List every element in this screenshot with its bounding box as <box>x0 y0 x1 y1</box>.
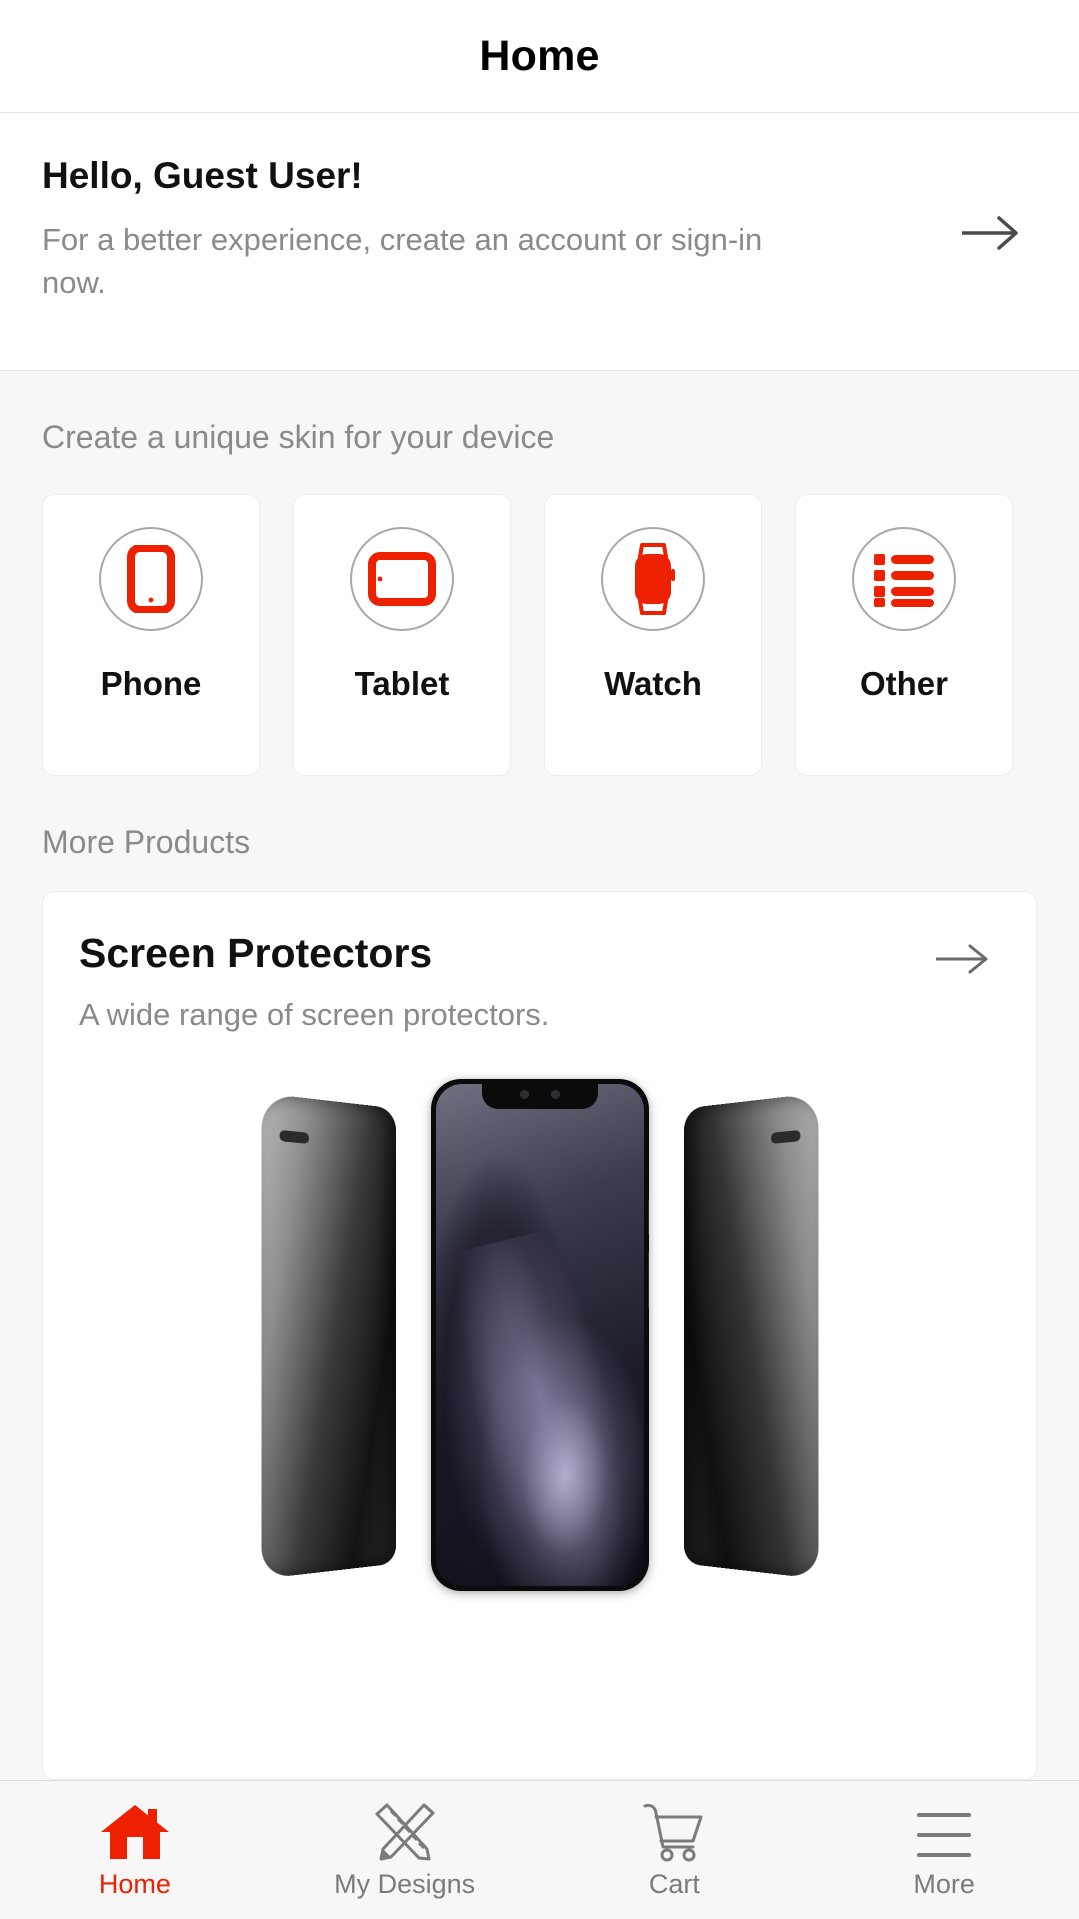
app-header: Home <box>0 0 1079 113</box>
app-root: Home Hello, Guest User! For a better exp… <box>0 0 1079 1919</box>
arrow-right-icon <box>962 216 1018 250</box>
device-card-label: Other <box>859 665 948 702</box>
cart-icon-wrap <box>639 1801 709 1863</box>
greeting-subtitle: For a better experience, create an accou… <box>42 222 763 300</box>
nav-item-home[interactable]: Home <box>0 1781 270 1919</box>
tablet-icon <box>368 552 436 606</box>
device-section-label: Create a unique skin for your device <box>42 419 555 455</box>
menu-icon-wrap <box>909 1801 979 1863</box>
phone-notch <box>481 1079 598 1109</box>
phone-icon <box>127 545 175 613</box>
watch-icon-circle <box>601 527 705 631</box>
design-icon <box>375 1803 435 1860</box>
device-card-other[interactable]: Other <box>795 494 1013 776</box>
arrow-right-icon <box>936 944 988 974</box>
design-icon-wrap <box>369 1801 441 1863</box>
product-card-header: Screen Protectors A wide range of screen… <box>79 930 1000 1033</box>
device-card-phone[interactable]: Phone <box>42 494 260 776</box>
home-icon-wrap <box>98 1801 172 1863</box>
more-products-label: More Products <box>42 824 251 860</box>
product-image <box>79 1073 1000 1779</box>
page-title: Home <box>479 31 600 80</box>
cart-icon <box>643 1803 703 1861</box>
phone-center <box>430 1079 649 1591</box>
device-card-tablet[interactable]: Tablet <box>293 494 511 776</box>
nav-label: Cart <box>648 1868 700 1899</box>
phone-side-button-top <box>647 1199 649 1235</box>
phones-illustration <box>260 1079 820 1599</box>
product-title: Screen Protectors <box>79 930 433 976</box>
device-card-label: Phone <box>100 665 202 702</box>
nav-label: Home <box>98 1868 171 1899</box>
nav-item-my-designs[interactable]: My Designs <box>270 1781 540 1919</box>
phone-right <box>683 1092 818 1580</box>
device-carousel[interactable]: Phone Tablet Watch Other <box>0 456 1079 776</box>
nav-label: My Designs <box>334 1868 476 1899</box>
bottom-navigation: Home My Designs Cart More <box>0 1780 1079 1919</box>
device-card-label: Watch <box>604 665 702 702</box>
guest-greeting-card[interactable]: Hello, Guest User! For a better experien… <box>0 113 1079 371</box>
device-card-label: Tablet <box>354 665 450 702</box>
product-arrow-button[interactable] <box>934 930 1000 981</box>
front-camera-dot <box>519 1089 529 1099</box>
watch-icon <box>635 543 675 615</box>
product-text-block: Screen Protectors A wide range of screen… <box>79 930 549 1033</box>
product-card-screen-protectors[interactable]: Screen Protectors A wide range of screen… <box>42 891 1037 1780</box>
tablet-icon-circle <box>350 527 454 631</box>
nav-item-cart[interactable]: Cart <box>540 1781 810 1919</box>
phone-right-camera <box>770 1129 800 1144</box>
phone-center-screen <box>435 1084 644 1586</box>
list-icon <box>874 554 934 607</box>
phone-icon-circle <box>99 527 203 631</box>
list-icon-circle <box>852 527 956 631</box>
menu-icon <box>917 1812 972 1857</box>
nav-label: More <box>913 1868 975 1899</box>
product-section: Screen Protectors A wide range of screen… <box>0 861 1079 1780</box>
phone-side-button-bottom <box>647 1251 649 1309</box>
phone-left-camera <box>279 1129 309 1144</box>
scroll-container[interactable]: Hello, Guest User! For a better experien… <box>0 113 1079 1780</box>
front-sensor-dot <box>550 1089 560 1099</box>
product-subtitle: A wide range of screen protectors. <box>79 997 550 1032</box>
phone-left <box>261 1092 396 1580</box>
greeting-text-block: Hello, Guest User! For a better experien… <box>42 155 945 305</box>
greeting-title: Hello, Guest User! <box>42 155 363 196</box>
greeting-arrow-button[interactable] <box>945 155 1037 251</box>
device-card-watch[interactable]: Watch <box>544 494 762 776</box>
nav-item-more[interactable]: More <box>809 1781 1079 1919</box>
home-icon <box>100 1804 169 1859</box>
